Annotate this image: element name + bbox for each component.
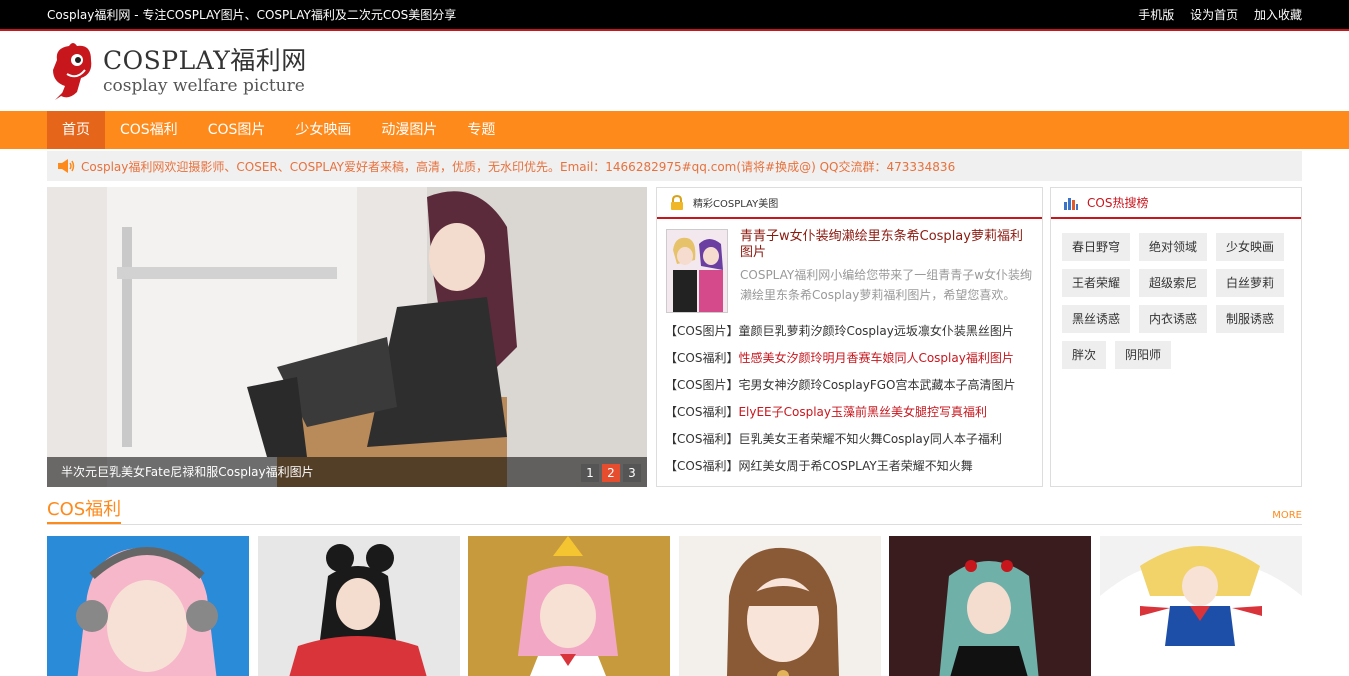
tag[interactable]: 胖次	[1062, 341, 1107, 369]
tag[interactable]: 绝对领域	[1139, 233, 1208, 261]
gallery-card[interactable]	[678, 536, 881, 676]
tag[interactable]: 阴阳师	[1115, 341, 1172, 369]
nav-item-anime-pictures[interactable]: 动漫图片	[366, 111, 452, 149]
set-homepage-link[interactable]: 设为首页	[1190, 8, 1238, 22]
tag[interactable]: 制服诱惑	[1216, 305, 1285, 333]
list-item[interactable]: 【COS福利】巨乳美女王者荣耀不知火舞Cosplay同人本子福利	[665, 426, 1042, 453]
nav-item-home[interactable]: 首页	[47, 111, 105, 149]
section-title[interactable]: COS福利	[47, 498, 122, 524]
hot-search-box: COS热搜榜 春日野穹 绝对领域 少女映画 王者荣耀 超级索尼 白丝萝莉 黑丝诱…	[1050, 187, 1302, 487]
list-item[interactable]: 【COS福利】ElyEE子Cosplay玉藻前黑丝美女腿控写真福利	[665, 399, 1042, 426]
site-header: COSPLAY福利网 cosplay welfare picture	[0, 31, 1349, 111]
nav-item-girl-photos[interactable]: 少女映画	[280, 111, 366, 149]
top-bar: Cosplay福利网 - 专注COSPLAY图片、COSPLAY福利及二次元CO…	[0, 0, 1349, 31]
slider-page-3[interactable]: 3	[623, 464, 641, 482]
tag[interactable]: 内衣诱惑	[1139, 305, 1208, 333]
tag[interactable]: 超级索尼	[1139, 269, 1208, 297]
lock-icon	[671, 194, 683, 210]
list-item[interactable]: 【COS图片】童颜巨乳萝莉汐颜玲Cosplay远坂凛女仆装黑丝图片	[665, 318, 1042, 345]
featured-thumbnail[interactable]	[666, 229, 728, 313]
top-links: 手机版 设为首页 加入收藏	[1126, 6, 1302, 23]
hot-tags: 春日野穹 绝对领域 少女映画 王者荣耀 超级索尼 白丝萝莉 黑丝诱惑 内衣诱惑 …	[1051, 219, 1301, 377]
main-nav: 首页 COS福利 COS图片 少女映画 动漫图片 专题	[0, 111, 1349, 149]
gallery-card[interactable]	[47, 536, 249, 676]
tag[interactable]: 少女映画	[1216, 233, 1285, 261]
gallery-card[interactable]	[257, 536, 460, 676]
bar-chart-icon	[1064, 197, 1078, 210]
dragon-logo-icon	[53, 43, 92, 100]
featured-heading: 精彩COSPLAY美图	[693, 199, 779, 210]
tag[interactable]: 春日野穹	[1062, 233, 1131, 261]
image-slider[interactable]: 半次元巨乳美女Fate尼禄和服Cosplay福利图片 1 2 3	[47, 187, 647, 487]
logo-title: COSPLAY福利网	[103, 46, 307, 75]
featured-article[interactable]: 青青子w女仆装绚濑绘里东条希Cosplay萝莉福利图片 COSPLAY福利网小编…	[657, 219, 1042, 313]
tag[interactable]: 白丝萝莉	[1216, 269, 1285, 297]
gallery-card[interactable]	[468, 536, 671, 676]
nav-item-cos-pictures[interactable]: COS图片	[193, 111, 281, 149]
speaker-icon	[58, 159, 75, 173]
tag[interactable]: 王者荣耀	[1062, 269, 1131, 297]
logo-subtitle: cosplay welfare picture	[103, 76, 305, 96]
featured-header: 精彩COSPLAY美图	[657, 188, 1042, 219]
gallery-card[interactable]	[889, 536, 1092, 676]
nav-item-cos-welfare[interactable]: COS福利	[105, 111, 193, 149]
article-list: 【COS图片】童颜巨乳萝莉汐颜玲Cosplay远坂凛女仆装黑丝图片 【COS福利…	[657, 313, 1042, 480]
main-content: 半次元巨乳美女Fate尼禄和服Cosplay福利图片 1 2 3 精彩COSPL…	[47, 187, 1302, 487]
hot-search-heading: COS热搜榜	[1087, 196, 1149, 210]
site-logo[interactable]: COSPLAY福利网 cosplay welfare picture	[47, 40, 307, 102]
notice-text: Cosplay福利网欢迎摄影师、COSER、COSPLAY爱好者来稿，高清，优质…	[81, 159, 956, 174]
tag[interactable]: 黑丝诱惑	[1062, 305, 1131, 333]
featured-description: COSPLAY福利网小编给您带来了一组青青子w女仆装绚濑绘里东条希Cosplay…	[740, 268, 1033, 302]
slider-pager: 1 2 3	[578, 464, 641, 482]
list-item[interactable]: 【COS福利】性感美女汐颜玲明月香赛车娘同人Cosplay福利图片	[665, 345, 1042, 372]
list-item[interactable]: 【COS图片】宅男女神汐颜玲CosplayFGO宫本武藏本子高清图片	[665, 372, 1042, 399]
slider-caption[interactable]: 半次元巨乳美女Fate尼禄和服Cosplay福利图片	[47, 457, 647, 487]
cos-welfare-section-header: COS福利 MORE	[47, 499, 1302, 525]
gallery-card[interactable]	[1099, 536, 1302, 676]
hot-search-header: COS热搜榜	[1051, 188, 1301, 219]
add-favorite-link[interactable]: 加入收藏	[1254, 8, 1302, 22]
more-link[interactable]: MORE	[1272, 510, 1302, 521]
slider-photo[interactable]	[47, 187, 647, 487]
featured-title[interactable]: 青青子w女仆装绚濑绘里东条希Cosplay萝莉福利图片	[740, 229, 1033, 261]
mobile-link[interactable]: 手机版	[1138, 8, 1174, 22]
list-item[interactable]: 【COS福利】网红美女周于希COSPLAY王者荣耀不知火舞	[665, 453, 1042, 480]
slider-page-1[interactable]: 1	[581, 464, 599, 482]
notice-bar: Cosplay福利网欢迎摄影师、COSER、COSPLAY爱好者来稿，高清，优质…	[47, 151, 1302, 181]
site-tagline: Cosplay福利网 - 专注COSPLAY图片、COSPLAY福利及二次元CO…	[47, 8, 457, 22]
nav-item-topics[interactable]: 专题	[452, 111, 510, 149]
photo-gallery	[47, 536, 1302, 676]
slider-page-2[interactable]: 2	[602, 464, 620, 482]
featured-box: 精彩COSPLAY美图 青青子w女仆装绚濑绘里东条希Cosplay萝莉福利图片 …	[656, 187, 1043, 487]
